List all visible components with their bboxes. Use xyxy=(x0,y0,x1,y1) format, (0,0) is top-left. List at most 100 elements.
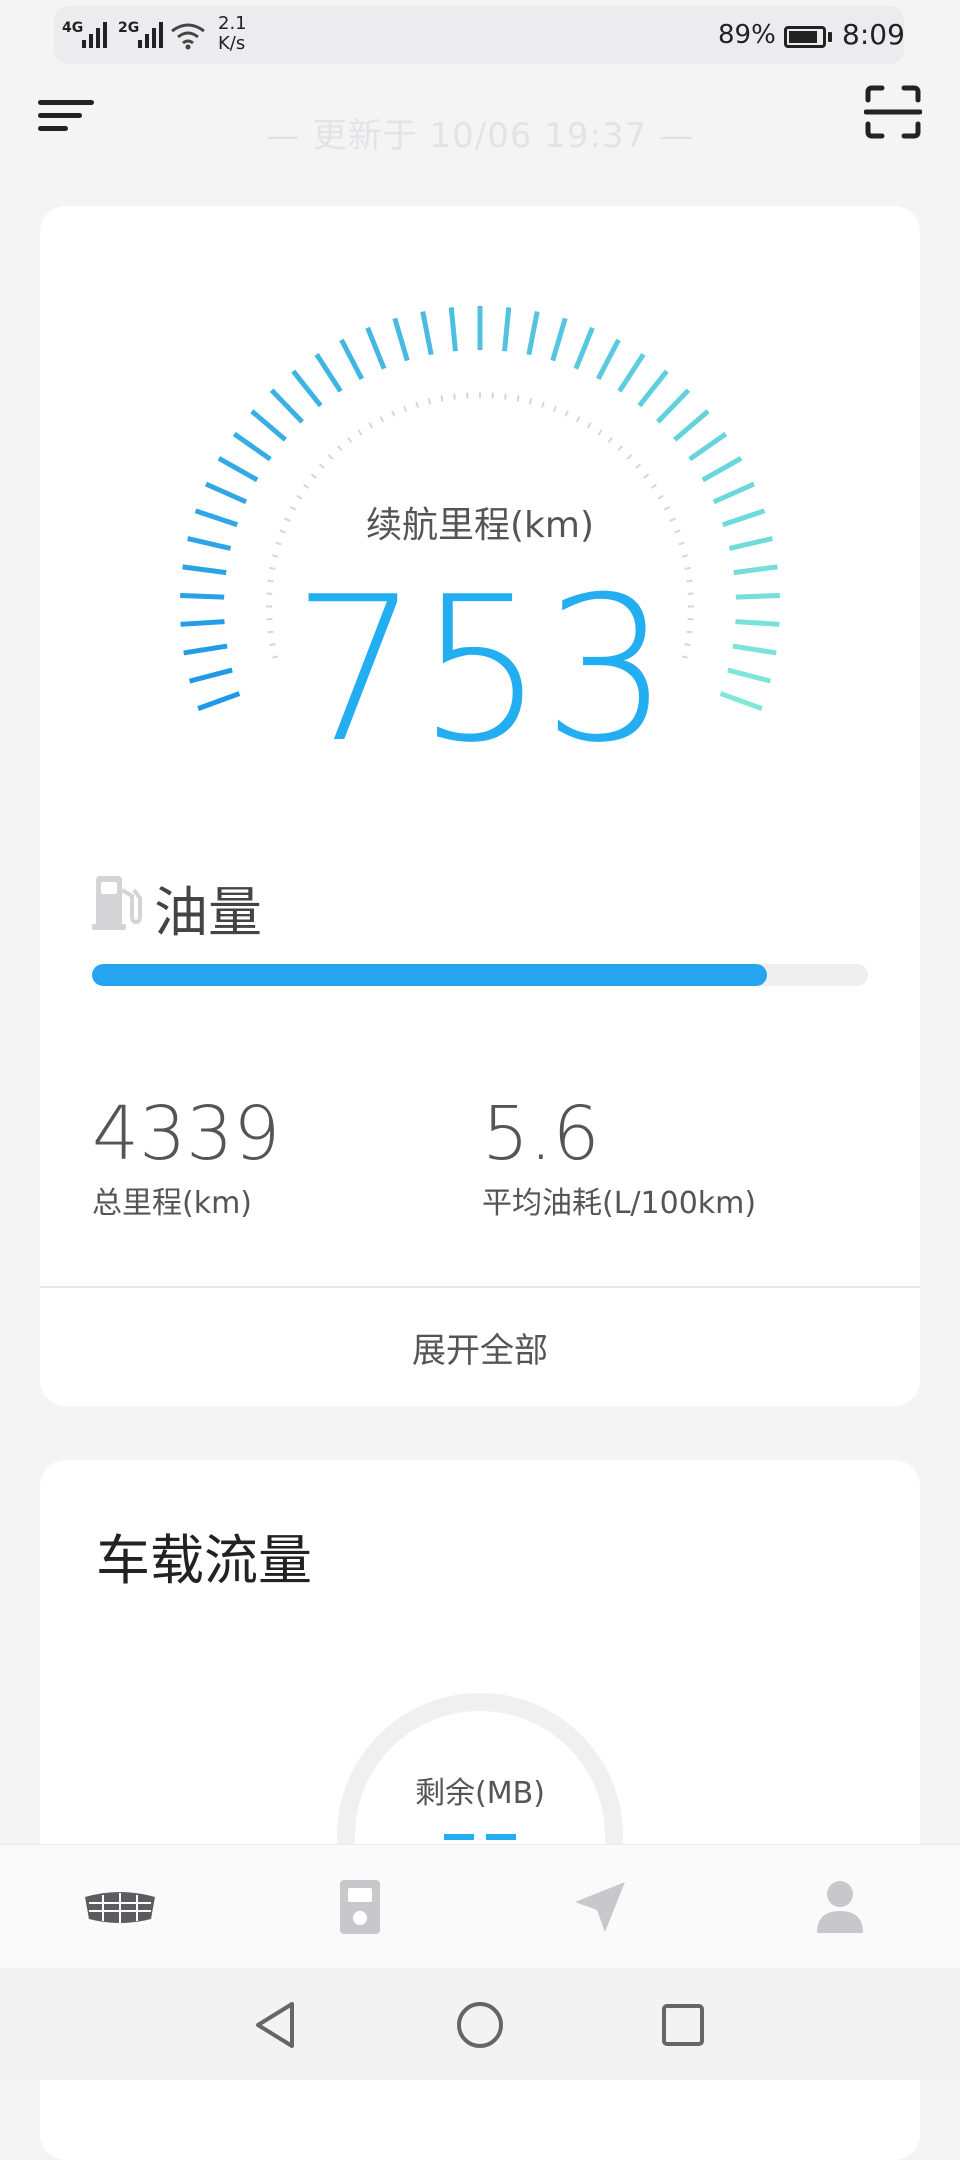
gauge-tick xyxy=(234,434,270,459)
gauge-minor-tick xyxy=(542,402,544,408)
gauge-minor-tick xyxy=(348,438,352,443)
gauge-minor-tick xyxy=(380,417,383,422)
signal-icon-2 xyxy=(134,20,170,50)
gauge-minor-tick xyxy=(565,411,567,416)
network-speed: 2.1 K/s xyxy=(218,14,247,54)
nav-tab-profile[interactable] xyxy=(780,1845,900,1969)
status-time: 8:09 xyxy=(842,18,905,51)
back-icon xyxy=(240,1990,310,2060)
data-card-title: 车载流量 xyxy=(96,1516,312,1595)
range-label: 续航里程(km) xyxy=(40,496,920,548)
home-icon xyxy=(445,1990,515,2060)
gauge-tick xyxy=(451,307,455,351)
gauge-minor-tick xyxy=(518,396,519,402)
gauge-minor-tick xyxy=(577,417,580,422)
gauge-tick xyxy=(553,318,565,360)
nav-tab-car[interactable] xyxy=(60,1845,180,1969)
gauge-tick xyxy=(341,340,361,379)
fuel-level-bar xyxy=(92,964,868,986)
expand-all-button[interactable]: 展开全部 xyxy=(40,1288,920,1406)
gauge-minor-tick xyxy=(416,402,418,408)
signal-icon-1 xyxy=(78,20,114,50)
range-value: 753 xyxy=(40,556,920,786)
back-button[interactable] xyxy=(240,1990,310,2060)
gauge-tick xyxy=(576,328,592,369)
battery-tip xyxy=(828,32,832,42)
navigation-icon xyxy=(573,1880,627,1934)
gauge-minor-tick xyxy=(392,411,394,416)
gauge-minor-tick xyxy=(320,464,324,468)
gauge-minor-tick xyxy=(329,455,333,459)
gauge-minor-tick xyxy=(505,394,506,400)
gauge-tick xyxy=(219,458,257,480)
recent-apps-button[interactable] xyxy=(648,1990,718,2060)
gauge-minor-tick xyxy=(608,438,612,443)
gauge-minor-tick xyxy=(304,485,309,488)
gauge-tick xyxy=(658,390,689,422)
avg-consumption-label: 平均油耗(L/100km) xyxy=(482,1178,756,1222)
fuel-label: 油量 xyxy=(154,868,262,947)
battery-level xyxy=(789,31,817,43)
car-key-icon xyxy=(338,1878,382,1936)
battery-percent: 89% xyxy=(718,20,776,50)
gauge-minor-tick xyxy=(311,474,316,478)
gauge-minor-tick xyxy=(644,474,649,478)
profile-icon xyxy=(815,1879,865,1935)
gauge-minor-tick xyxy=(454,394,455,400)
nav-tab-navigation[interactable] xyxy=(540,1845,660,1969)
gauge-minor-tick xyxy=(530,398,531,404)
gauge-minor-tick xyxy=(429,398,430,404)
gauge-tick xyxy=(529,312,537,355)
gauge-minor-tick xyxy=(441,396,442,402)
gauge-minor-tick xyxy=(636,464,640,468)
total-mileage-label: 总里程(km) xyxy=(92,1178,280,1222)
system-nav-bar xyxy=(0,1968,960,2080)
app-header: — 更新于 10/06 19:37 — xyxy=(0,64,960,174)
home-button[interactable] xyxy=(445,1990,515,2060)
gauge-tick xyxy=(252,411,285,440)
gauge-tick xyxy=(368,328,384,369)
gauge-tick xyxy=(505,307,509,351)
gauge-tick xyxy=(639,371,666,405)
nav-tab-car-key[interactable] xyxy=(300,1845,420,1969)
network-speed-value: 2.1 xyxy=(218,14,247,34)
gauge-minor-tick xyxy=(404,406,406,412)
fuel-level-fill xyxy=(92,964,767,986)
total-mileage-stat: 4339 总里程(km) xyxy=(92,1092,280,1222)
gauge-minor-tick xyxy=(598,430,601,435)
scan-icon[interactable] xyxy=(864,84,922,140)
gauge-tick xyxy=(675,411,708,440)
car-icon xyxy=(81,1889,159,1925)
gauge-tick xyxy=(598,340,618,379)
gauge-tick xyxy=(395,318,407,360)
gauge-minor-tick xyxy=(358,430,361,435)
gauge-minor-tick xyxy=(651,485,656,488)
remaining-data-label: 剩余(MB) xyxy=(40,1768,920,1812)
bottom-nav-bar xyxy=(0,1844,960,1969)
gauge-tick xyxy=(703,458,741,480)
network-speed-unit: K/s xyxy=(218,34,247,54)
gauge-minor-tick xyxy=(588,423,591,428)
gauge-tick xyxy=(423,312,431,355)
gauge-tick xyxy=(690,434,726,459)
total-mileage-value: 4339 xyxy=(92,1092,280,1176)
remaining-data-value xyxy=(444,1834,516,1840)
gauge-minor-tick xyxy=(618,446,622,450)
battery-icon xyxy=(784,26,826,48)
gauge-tick xyxy=(619,354,643,391)
avg-consumption-value: 5.6 xyxy=(482,1092,756,1176)
wifi-icon xyxy=(170,22,206,50)
gauge-minor-tick xyxy=(369,423,372,428)
gauge-minor-tick xyxy=(627,455,631,459)
gauge-tick xyxy=(317,354,341,391)
gauge-tick xyxy=(293,371,320,405)
gauge-minor-tick xyxy=(554,406,556,412)
update-time-text: — 更新于 10/06 19:37 — xyxy=(0,108,960,157)
status-bar: 4G 2G 2.1 K/s 89% 8:09 xyxy=(0,0,960,64)
gauge-minor-tick xyxy=(338,446,342,450)
vehicle-status-card: 续航里程(km) 753 油量 4339 总里程(km) 5.6 平均油耗(L/… xyxy=(40,206,920,1406)
fuel-pump-icon xyxy=(92,872,142,932)
avg-consumption-stat: 5.6 平均油耗(L/100km) xyxy=(482,1092,756,1222)
gauge-tick xyxy=(272,390,303,422)
recent-apps-icon xyxy=(648,1990,718,2060)
